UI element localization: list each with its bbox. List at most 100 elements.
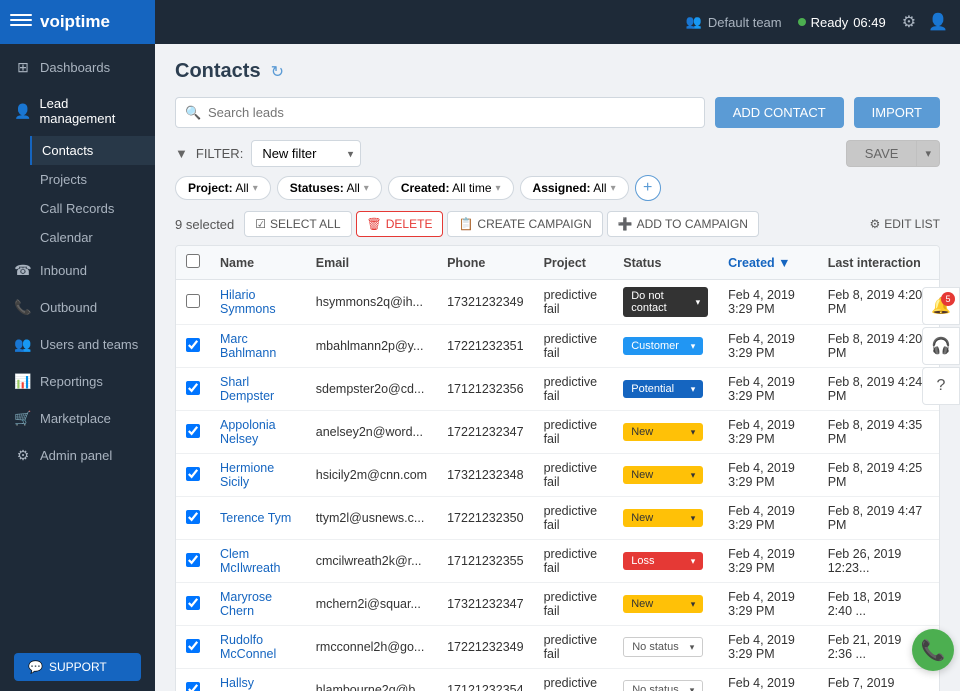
status-badge[interactable]: Customer ▾ xyxy=(623,337,703,355)
row-project-cell: predictive fail xyxy=(534,368,614,411)
status-badge[interactable]: No status ▾ xyxy=(623,637,703,657)
contact-name-link[interactable]: Marc Bahlmann xyxy=(220,332,276,360)
filter-label: FILTER: xyxy=(196,146,243,161)
status-badge[interactable]: New ▾ xyxy=(623,595,703,613)
edit-list-button[interactable]: ⚙ EDIT LIST xyxy=(869,217,940,231)
col-created[interactable]: Created ▼ xyxy=(718,246,818,280)
col-checkbox xyxy=(176,246,210,280)
row-checkbox[interactable] xyxy=(186,510,200,524)
import-button[interactable]: IMPORT xyxy=(854,97,940,128)
phone-button[interactable]: 📞 xyxy=(912,629,954,671)
col-status: Status xyxy=(613,246,718,280)
status-badge[interactable]: New ▾ xyxy=(623,509,703,527)
contact-name-link[interactable]: Sharl Dempster xyxy=(220,375,274,403)
save-caret-button[interactable]: ▾ xyxy=(916,140,940,167)
contact-name-link[interactable]: Hallsy Lambourne xyxy=(220,676,283,691)
select-all-button[interactable]: ☑ SELECT ALL xyxy=(244,211,351,237)
row-checkbox[interactable] xyxy=(186,682,200,691)
row-status-cell: Loss ▾ xyxy=(613,540,718,583)
contact-name-link[interactable]: Maryrose Chern xyxy=(220,590,272,618)
row-phone-cell: 17321232349 xyxy=(437,280,533,325)
create-campaign-button[interactable]: 📋 CREATE CAMPAIGN xyxy=(447,211,602,237)
contact-name-link[interactable]: Rudolfo McConnel xyxy=(220,633,276,661)
add-contact-button[interactable]: ADD CONTACT xyxy=(715,97,844,128)
status-caret: ▾ xyxy=(691,599,696,610)
assigned-filter-chip[interactable]: Assigned: All ▾ xyxy=(520,176,629,200)
search-icon: 🔍 xyxy=(185,105,201,121)
sidebar-item-lead-management[interactable]: 👤 Lead management xyxy=(0,86,155,136)
delete-button[interactable]: 🗑 DELETE xyxy=(356,211,444,237)
select-all-checkbox[interactable] xyxy=(186,254,200,268)
row-created-cell: Feb 4, 2019 3:29 PM xyxy=(718,411,818,454)
sidebar-item-label: Reportings xyxy=(40,374,103,389)
row-checkbox[interactable] xyxy=(186,639,200,653)
save-button[interactable]: SAVE xyxy=(846,140,917,167)
status-badge[interactable]: Loss ▾ xyxy=(623,552,703,570)
sidebar-item-dashboards[interactable]: ⊞ Dashboards xyxy=(0,49,155,86)
col-last-interaction: Last interaction xyxy=(818,246,939,280)
row-checkbox[interactable] xyxy=(186,467,200,481)
sidebar-item-outbound[interactable]: 📞 Outbound xyxy=(0,289,155,326)
sub-filter-row: Project: All ▾ Statuses: All ▾ Created: … xyxy=(175,175,940,201)
project-filter-chip[interactable]: Project: All ▾ xyxy=(175,176,271,200)
table-row: Clem McIlwreath cmcilwreath2k@r... 17121… xyxy=(176,540,939,583)
sidebar-sub-call-records[interactable]: Call Records xyxy=(30,194,155,223)
table-row: Hilario Symmons hsymmons2q@ih... 1732123… xyxy=(176,280,939,325)
team-info: 👥 Default team xyxy=(686,14,782,30)
created-filter-chip[interactable]: Created: All time ▾ xyxy=(388,176,514,200)
row-checkbox[interactable] xyxy=(186,596,200,610)
hamburger-icon[interactable] xyxy=(10,14,32,30)
sidebar-item-admin-panel[interactable]: ⚙ Admin panel xyxy=(0,437,155,474)
sidebar: voiptime ⊞ Dashboards 👤 Lead management … xyxy=(0,0,155,691)
row-name-cell: Appolonia Nelsey xyxy=(210,411,306,454)
refresh-icon[interactable]: ↻ xyxy=(271,62,284,82)
row-created-cell: Feb 4, 2019 3:29 PM xyxy=(718,454,818,497)
sidebar-item-marketplace[interactable]: 🛒 Marketplace xyxy=(0,400,155,437)
row-checkbox[interactable] xyxy=(186,381,200,395)
settings-icon[interactable]: ⚙ xyxy=(902,12,916,32)
headset-button[interactable]: 🎧 xyxy=(922,327,960,365)
status-badge[interactable]: No status ▾ xyxy=(623,680,703,691)
contact-name-link[interactable]: Hilario Symmons xyxy=(220,288,276,316)
row-status-cell: New ▾ xyxy=(613,454,718,497)
contact-name-link[interactable]: Terence Tym xyxy=(220,511,291,525)
logo-area: voiptime xyxy=(0,0,155,44)
add-filter-button[interactable]: + xyxy=(635,175,661,201)
notification-button[interactable]: 🔔 5 xyxy=(922,287,960,325)
row-checkbox[interactable] xyxy=(186,424,200,438)
status-badge[interactable]: Do not contact ▾ xyxy=(623,287,708,317)
table-row: Hermione Sicily hsicily2m@cnn.com 173212… xyxy=(176,454,939,497)
sidebar-sub-calendar[interactable]: Calendar xyxy=(30,223,155,252)
sidebar-item-users-teams[interactable]: 👥 Users and teams xyxy=(0,326,155,363)
row-checkbox-cell xyxy=(176,280,210,325)
row-checkbox[interactable] xyxy=(186,553,200,567)
support-button[interactable]: 💬 SUPPORT xyxy=(14,653,141,681)
contact-name-link[interactable]: Clem McIlwreath xyxy=(220,547,280,575)
col-name: Name xyxy=(210,246,306,280)
contact-name-link[interactable]: Hermione Sicily xyxy=(220,461,274,489)
row-phone-cell: 17221232351 xyxy=(437,325,533,368)
status-badge[interactable]: New ▾ xyxy=(623,466,703,484)
sidebar-sub-projects[interactable]: Projects xyxy=(30,165,155,194)
status-badge[interactable]: Potential ▾ xyxy=(623,380,703,398)
row-email-cell: mchern2i@squar... xyxy=(306,583,437,626)
filter-bar: ▼ FILTER: New filter SAVE ▾ xyxy=(175,140,940,167)
row-checkbox[interactable] xyxy=(186,338,200,352)
row-checkbox[interactable] xyxy=(186,294,200,308)
status-badge[interactable]: New ▾ xyxy=(623,423,703,441)
add-to-campaign-button[interactable]: ➕ ADD TO CAMPAIGN xyxy=(607,211,759,237)
row-checkbox-cell xyxy=(176,669,210,691)
sidebar-item-reportings[interactable]: 📊 Reportings xyxy=(0,363,155,400)
contact-name-link[interactable]: Appolonia Nelsey xyxy=(220,418,276,446)
user-icon[interactable]: 👤 xyxy=(928,12,948,32)
search-input[interactable] xyxy=(175,97,705,128)
row-status-cell: New ▾ xyxy=(613,583,718,626)
status-caret: ▾ xyxy=(691,427,696,438)
status-info: Ready 06:49 xyxy=(798,15,886,30)
sidebar-sub-contacts[interactable]: Contacts xyxy=(30,136,155,165)
sidebar-item-inbound[interactable]: ☎ Inbound xyxy=(0,252,155,289)
filter-select[interactable]: New filter xyxy=(251,140,361,167)
sidebar-nav: ⊞ Dashboards 👤 Lead management Contacts … xyxy=(0,44,155,643)
help-button[interactable]: ? xyxy=(922,367,960,405)
statuses-filter-chip[interactable]: Statuses: All ▾ xyxy=(277,176,382,200)
